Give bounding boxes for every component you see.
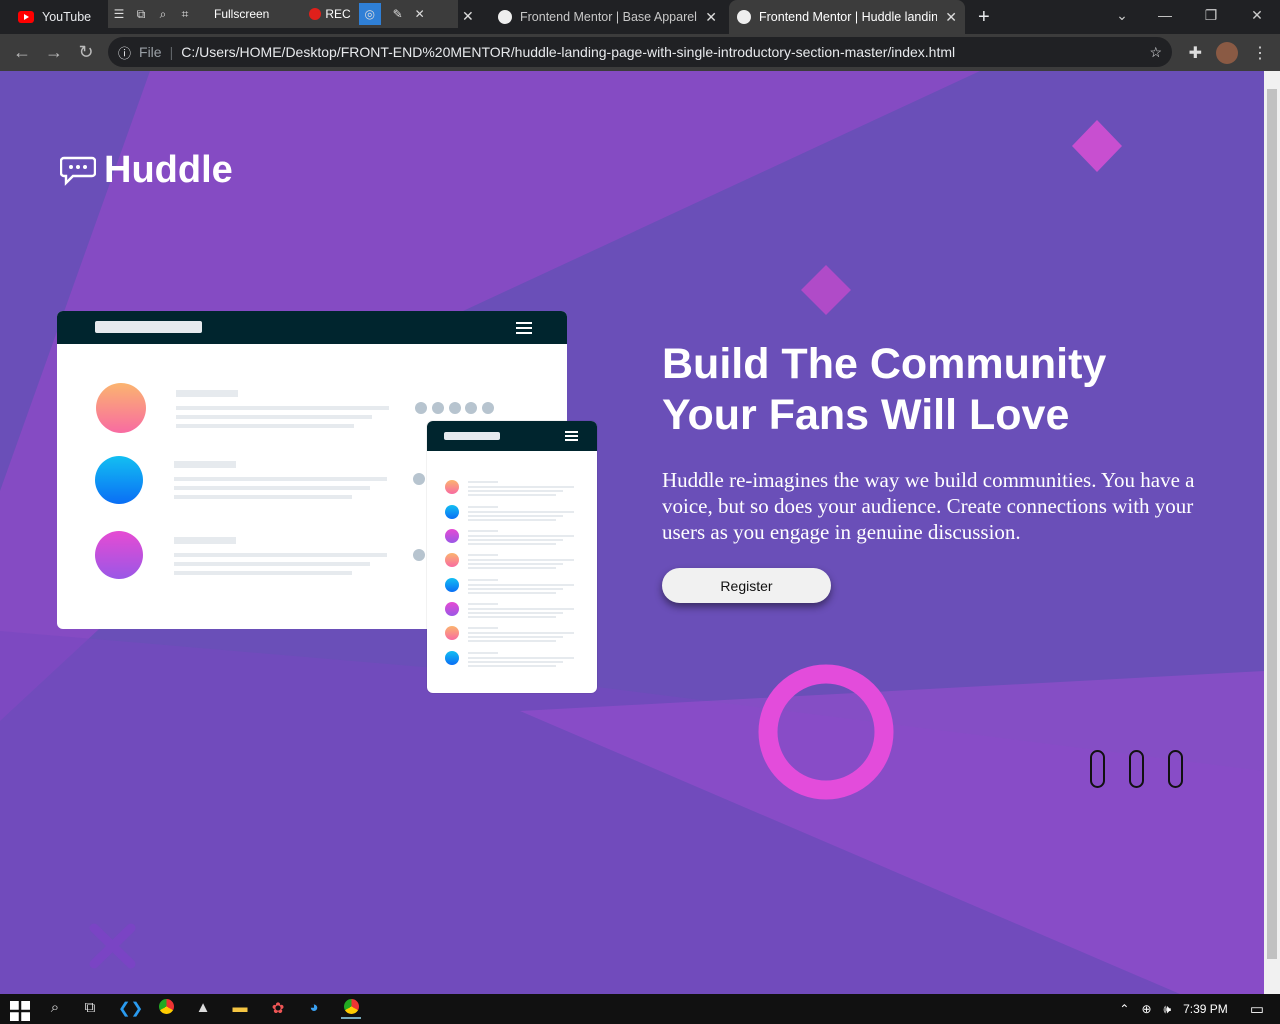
address-bar-row: ← → ↻ ⓘ File | C:/Users/HOME/Desktop/FRO… <box>0 34 1280 71</box>
mockup-header <box>57 311 567 344</box>
clock[interactable]: 7:39 PM <box>1183 1002 1228 1016</box>
close-tab-icon[interactable]: ✕ <box>945 9 957 26</box>
tab-title: YouTube <box>42 10 92 24</box>
file-explorer-icon[interactable]: ▬ <box>230 999 250 1019</box>
menu-icon[interactable]: ☰ <box>108 3 130 25</box>
mobile-mockup-header <box>427 421 597 451</box>
mobile-rows <box>445 480 574 667</box>
show-hidden-icons-icon[interactable]: ⌃ <box>1119 1002 1129 1016</box>
social-instagram-icon[interactable] <box>1168 750 1183 788</box>
close-icon[interactable]: ✕ <box>409 3 431 25</box>
region-icon[interactable]: ⌕ <box>152 3 174 25</box>
chrome-icon[interactable] <box>156 999 176 1019</box>
url-text[interactable]: C:/Users/HOME/Desktop/FRONT-END%20MENTOR… <box>181 44 1149 60</box>
brand-logo[interactable]: Huddle <box>60 149 233 192</box>
extensions-puzzle-icon[interactable]: ✚ <box>1189 43 1202 63</box>
windows-start-icon[interactable] <box>10 1001 30 1021</box>
minimize-icon[interactable]: — <box>1142 7 1188 23</box>
close-tab-icon[interactable]: ✕ <box>705 9 717 26</box>
tab-huddle[interactable]: Frontend Mentor | Huddle landin ✕ <box>729 0 965 34</box>
hamburger-icon <box>565 431 578 441</box>
hero-description: Huddle re-imagines the way we build comm… <box>662 468 1195 544</box>
search-icon[interactable]: ⌕ <box>45 999 65 1019</box>
window-controls: ⌄ — ❐ ✕ <box>1102 0 1280 30</box>
back-icon[interactable]: ← <box>6 42 38 63</box>
pencil-icon[interactable]: ✎ <box>387 3 409 25</box>
edge-icon[interactable]: ◕ <box>304 999 324 1019</box>
omnibox[interactable]: ⓘ File | C:/Users/HOME/Desktop/FRONT-END… <box>108 37 1172 67</box>
fullscreen-button[interactable]: Fullscreen <box>214 7 269 21</box>
forward-icon[interactable]: → <box>38 42 70 63</box>
tab-title: Frontend Mentor | Huddle landin <box>759 10 938 24</box>
app-icon[interactable]: ✿ <box>268 999 288 1019</box>
windows-taskbar: ⌕ ⧉ ❮❯ ▲ ▬ ✿ ◕ ⌃ ⊕ 🕪 7:39 PM ▭ <box>0 994 1280 1024</box>
hero-headline: Build The Community Your Fans Will Love <box>662 339 1202 441</box>
headline-line-1: Build The Community <box>662 340 1107 388</box>
social-twitter-icon[interactable] <box>1129 750 1144 788</box>
headline-line-2: Your Fans Will Love <box>662 391 1070 439</box>
divider: | <box>169 44 174 60</box>
close-tab-youtube-icon[interactable]: ✕ <box>462 8 474 25</box>
scrollbar-thumb[interactable] <box>1267 89 1277 959</box>
task-view-icon[interactable]: ⧉ <box>80 999 100 1019</box>
tab-search-icon[interactable]: ⌄ <box>1102 7 1142 24</box>
network-globe-icon[interactable]: ⊕ <box>1141 1002 1151 1016</box>
hamburger-icon <box>516 322 532 334</box>
camera-icon[interactable]: ◎ <box>358 3 381 25</box>
volume-icon[interactable]: 🕪 <box>1164 1002 1172 1017</box>
profile-avatar[interactable] <box>1216 42 1238 64</box>
vscode-icon[interactable]: ❮❯ <box>118 999 143 1019</box>
tab-title: Frontend Mentor | Base Apparel c <box>520 10 698 24</box>
toolbar-extensions: ✚ ⋮ <box>1189 42 1268 64</box>
frontend-mentor-favicon-icon <box>498 10 512 24</box>
crop-icon[interactable]: ⌗ <box>174 3 196 25</box>
tab-youtube[interactable]: YouTube <box>10 0 102 34</box>
bookmark-star-icon[interactable]: ☆ <box>1149 44 1162 61</box>
record-dot-icon <box>309 8 322 20</box>
more-menu-icon[interactable]: ⋮ <box>1252 43 1268 63</box>
scheme-label: File <box>139 44 162 60</box>
social-facebook-icon[interactable] <box>1090 750 1105 788</box>
brand-name: Huddle <box>104 149 233 191</box>
page-scrollbar[interactable] <box>1264 71 1280 994</box>
close-window-icon[interactable]: ✕ <box>1234 7 1280 24</box>
new-tab-icon[interactable]: + <box>978 6 990 29</box>
info-icon[interactable]: ⓘ <box>118 43 131 62</box>
reload-icon[interactable]: ↻ <box>70 42 102 63</box>
rec-button[interactable]: REC <box>325 7 350 21</box>
youtube-icon <box>18 11 34 23</box>
chat-bubble-icon <box>60 156 96 186</box>
window-icon[interactable]: ⧉ <box>130 3 152 25</box>
frontend-mentor-favicon-icon <box>737 10 751 24</box>
huddle-landing-page: Huddle Build The Community Your Fans Wil… <box>0 71 1264 994</box>
tab-base-apparel[interactable]: Frontend Mentor | Base Apparel c ✕ <box>490 0 725 34</box>
system-tray: ⌃ ⊕ 🕪 7:39 PM ▭ <box>1119 994 1264 1024</box>
chrome-active-icon[interactable] <box>341 999 361 1019</box>
notifications-icon[interactable]: ▭ <box>1250 1000 1264 1018</box>
browser-tab-strip: YouTube ☰ ⧉ ⌕ ⌗ Fullscreen REC ◎ ✎ ✕ ✕ F… <box>0 0 1280 34</box>
social-links <box>1090 750 1183 788</box>
mobile-mockup-illustration <box>427 421 597 693</box>
register-button[interactable]: Register <box>662 568 831 603</box>
restore-icon[interactable]: ❐ <box>1188 7 1234 24</box>
inkscape-icon[interactable]: ▲ <box>193 999 213 1019</box>
screen-recorder-toolbar: ☰ ⧉ ⌕ ⌗ Fullscreen REC ◎ ✎ ✕ <box>108 0 458 28</box>
